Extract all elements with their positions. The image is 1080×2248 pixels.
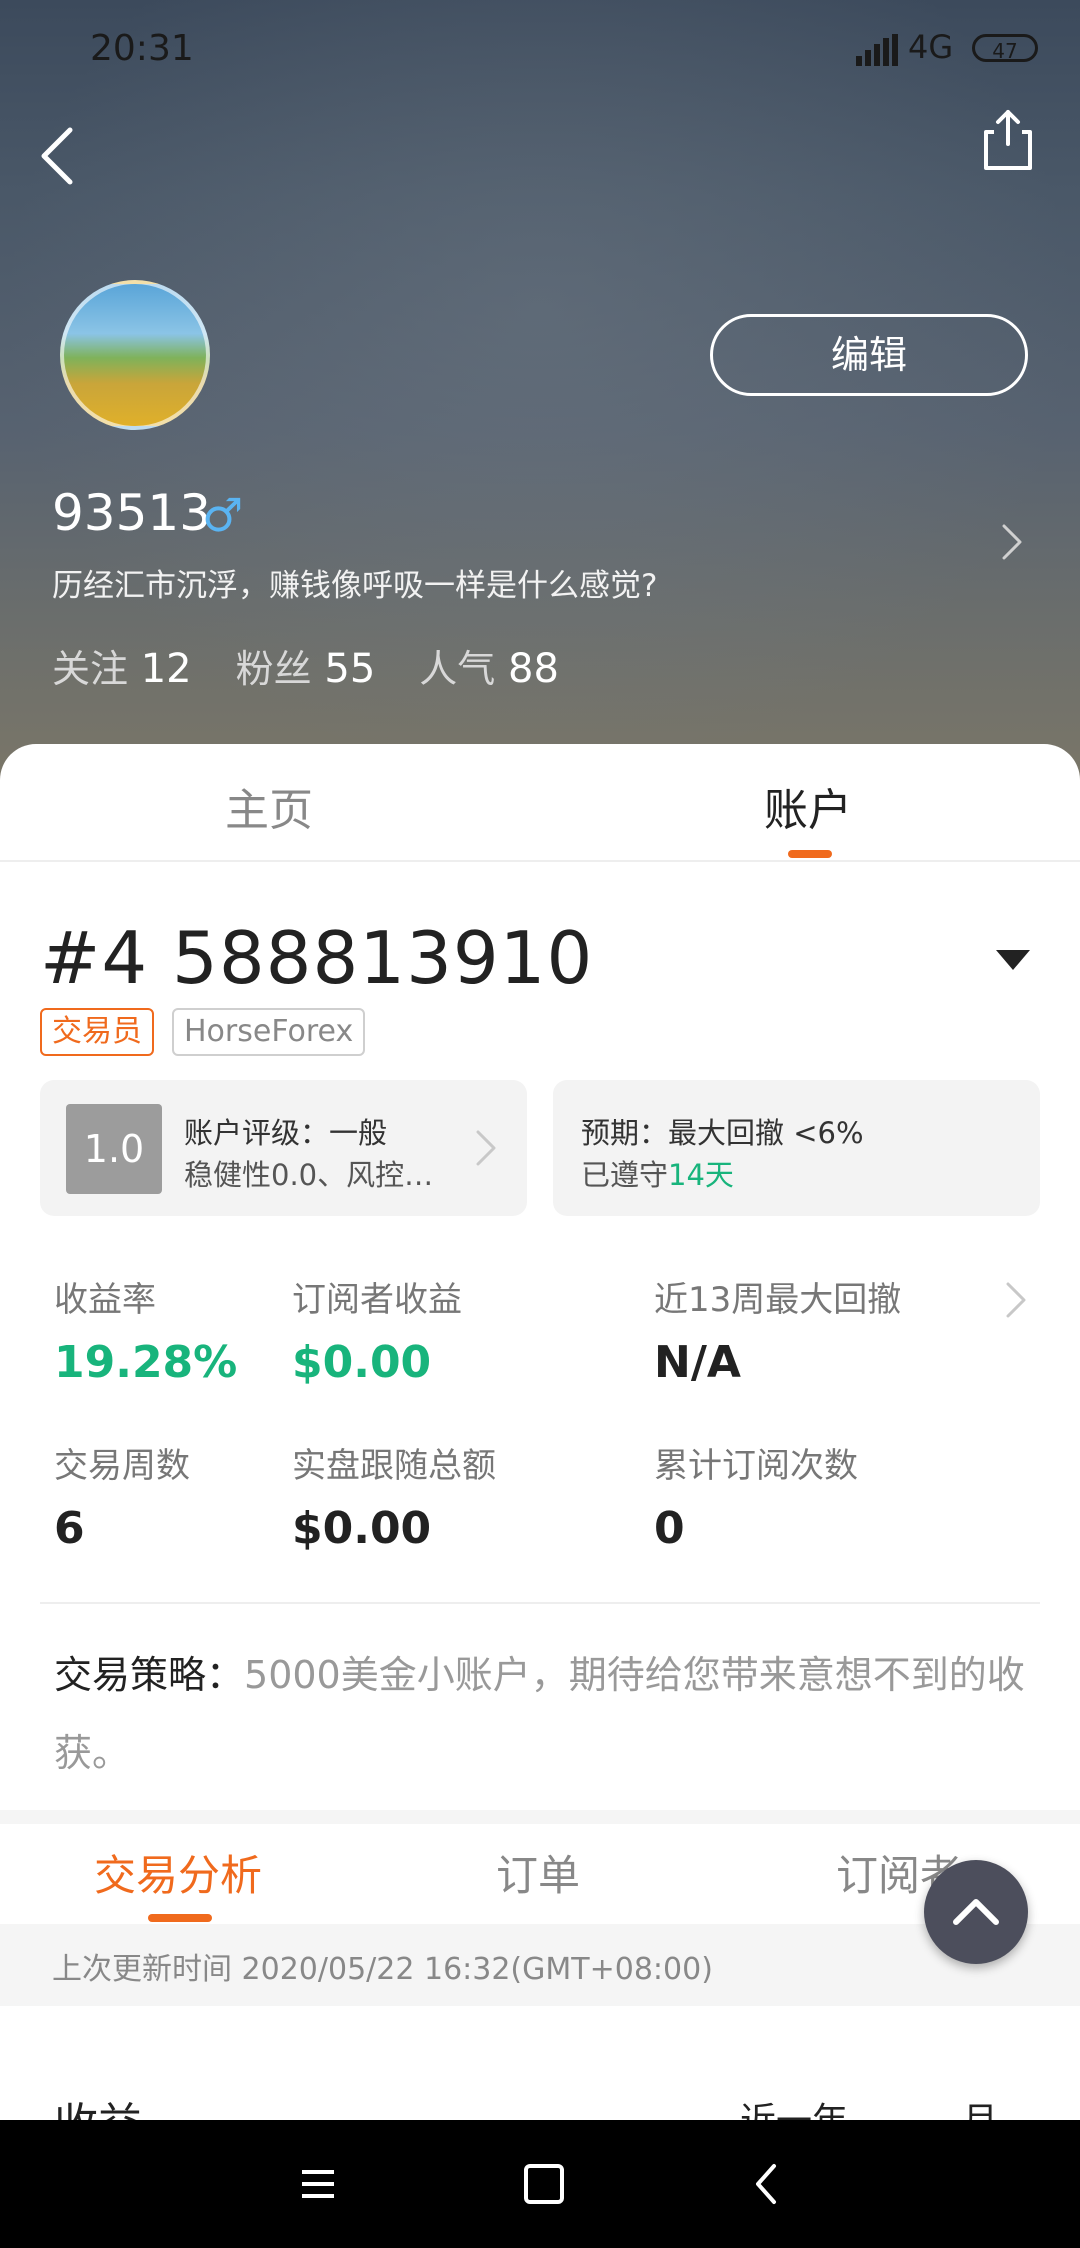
user-bio: 历经汇市沉浮，赚钱像呼吸一样是什么感觉? bbox=[52, 568, 658, 604]
metric-copy-total: 实盘跟随总额 $0.00 bbox=[292, 1446, 496, 1554]
rating-level: 账户评级：一般 bbox=[184, 1116, 388, 1150]
menu-icon[interactable] bbox=[298, 2164, 338, 2204]
divider bbox=[40, 1602, 1040, 1604]
content-card: 主页 账户 #4 588813910 交易员 HorseForex 1.0 账户… bbox=[0, 744, 1080, 2150]
followers-count[interactable]: 粉丝 55 bbox=[236, 638, 376, 693]
following-count[interactable]: 关注 12 bbox=[52, 638, 192, 693]
share-icon[interactable] bbox=[980, 108, 1036, 172]
edit-button[interactable]: 编辑 bbox=[710, 314, 1028, 396]
tab-trade-analysis[interactable]: 交易分析 bbox=[94, 1842, 262, 1903]
metric-subscriber-earnings: 订阅者收益 $0.00 bbox=[292, 1280, 462, 1388]
rating-score: 1.0 bbox=[66, 1104, 162, 1194]
back-icon[interactable] bbox=[32, 122, 88, 190]
nav-back-icon[interactable] bbox=[752, 2162, 780, 2206]
profile-stats: 关注 12 粉丝 55 人气 88 bbox=[52, 638, 559, 693]
trading-strategy: 交易策略：5000美金小账户，期待给您带来意想不到的收获。 bbox=[54, 1653, 1025, 1775]
tab-account[interactable]: 账户 bbox=[764, 774, 852, 838]
tab-active-indicator bbox=[788, 850, 832, 858]
home-icon[interactable] bbox=[524, 2164, 564, 2204]
broker-tag: HorseForex bbox=[172, 1008, 366, 1056]
compliance-days: 已遵守14天 bbox=[581, 1158, 734, 1192]
tab-orders[interactable]: 订单 bbox=[496, 1842, 580, 1903]
male-icon: ♂ bbox=[202, 488, 244, 542]
main-tabs: 主页 账户 bbox=[0, 744, 1080, 862]
last-updated-bar: 上次更新时间 2020/05/22 16:32(GMT+08:00) bbox=[0, 1924, 1080, 2006]
subtab-active-indicator bbox=[148, 1914, 212, 1922]
metric-subscription-count: 累计订阅次数 0 bbox=[654, 1446, 858, 1554]
status-time: 20:31 bbox=[90, 28, 194, 69]
expected-drawdown: 预期：最大回撤 <6% bbox=[581, 1116, 864, 1150]
metric-return-rate: 收益率 19.28% bbox=[54, 1280, 238, 1388]
signal-icon bbox=[856, 34, 898, 66]
chevron-right-icon[interactable] bbox=[996, 520, 1026, 564]
caret-down-icon[interactable] bbox=[996, 950, 1030, 970]
chevron-right-icon bbox=[476, 1130, 496, 1166]
last-updated-text: 上次更新时间 2020/05/22 16:32(GMT+08:00) bbox=[52, 1952, 713, 1987]
chevron-up-icon bbox=[953, 1899, 999, 1925]
tab-home[interactable]: 主页 bbox=[225, 774, 313, 838]
metric-max-drawdown[interactable]: 近13周最大回撤 N/A bbox=[654, 1272, 901, 1388]
network-type: 4G bbox=[908, 28, 954, 66]
chevron-right-icon[interactable] bbox=[1002, 1278, 1028, 1322]
account-id: #4 588813910 bbox=[40, 916, 594, 1000]
status-bar: 20:31 4G 47 bbox=[0, 0, 1080, 100]
metric-trading-weeks: 交易周数 6 bbox=[54, 1446, 190, 1554]
section-gap bbox=[0, 1810, 1080, 1824]
user-name: 93513 bbox=[52, 484, 212, 542]
trader-tag: 交易员 bbox=[40, 1008, 154, 1056]
scroll-to-top-button[interactable] bbox=[924, 1860, 1028, 1964]
avatar[interactable] bbox=[60, 280, 210, 430]
battery-icon: 47 bbox=[972, 34, 1038, 63]
popularity-count: 人气 88 bbox=[419, 646, 559, 692]
rating-detail: 稳健性0.0、风控… bbox=[184, 1158, 434, 1192]
analysis-tabs: 交易分析 订单 订阅者 bbox=[0, 1824, 1080, 1924]
system-nav-bar bbox=[0, 2120, 1080, 2248]
account-rating-card[interactable]: 1.0 账户评级：一般 稳健性0.0、风控… bbox=[40, 1080, 527, 1216]
expectation-card: 预期：最大回撤 <6% 已遵守14天 bbox=[553, 1080, 1040, 1216]
